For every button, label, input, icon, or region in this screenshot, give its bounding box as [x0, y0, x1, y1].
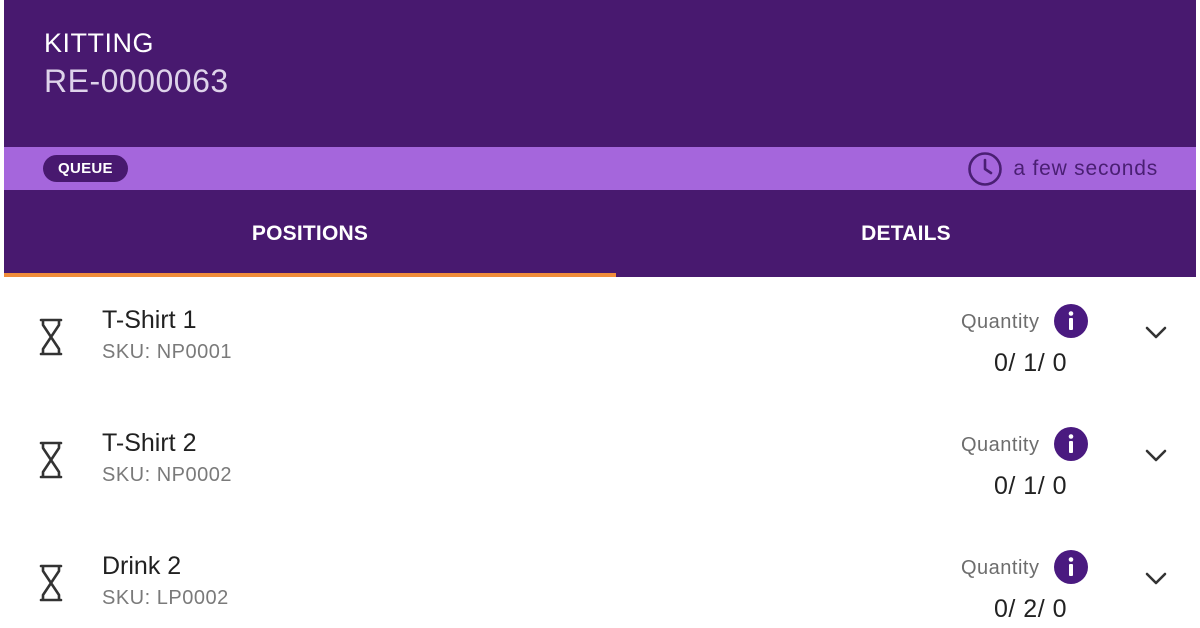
info-icon[interactable] — [1054, 304, 1088, 338]
tab-positions[interactable]: POSITIONS — [4, 190, 616, 277]
status-bar: QUEUE a few seconds — [4, 147, 1196, 190]
elapsed-time-text: a few seconds — [1013, 156, 1158, 180]
header: KITTING RE-0000063 — [4, 0, 1196, 147]
tab-details[interactable]: DETAILS — [616, 190, 1196, 277]
tab-bar: POSITIONS DETAILS — [4, 190, 1196, 277]
list-item[interactable]: Drink 2 SKU: LP0002 Quantity 0/ 2/ 0 — [4, 523, 1196, 628]
elapsed-time: a few seconds — [967, 151, 1158, 186]
chevron-down-icon[interactable] — [1142, 569, 1170, 589]
chevron-down-icon[interactable] — [1142, 446, 1170, 466]
hourglass-icon — [39, 441, 63, 479]
hourglass-icon — [39, 318, 63, 356]
chevron-down-icon[interactable] — [1142, 323, 1170, 343]
quantity-value: 0/ 2/ 0 — [994, 595, 1067, 623]
tab-positions-label: POSITIONS — [251, 221, 369, 245]
item-sku: SKU: LP0002 — [102, 587, 229, 609]
item-sku: SKU: NP0001 — [102, 341, 233, 363]
quantity-label: Quantity — [961, 434, 1040, 456]
quantity-value: 0/ 1/ 0 — [994, 349, 1067, 377]
hourglass-icon — [39, 564, 63, 602]
item-name: T-Shirt 1 — [102, 306, 197, 334]
status-badge: QUEUE — [43, 155, 128, 182]
item-name: Drink 2 — [102, 552, 182, 580]
quantity-label: Quantity — [961, 311, 1040, 333]
list-item[interactable]: T-Shirt 2 SKU: NP0002 Quantity 0/ 1/ 0 — [4, 400, 1196, 523]
quantity-value: 0/ 1/ 0 — [994, 472, 1067, 500]
item-name: T-Shirt 2 — [102, 429, 197, 457]
positions-list: T-Shirt 1 SKU: NP0001 Quantity 0/ 1/ 0 T… — [4, 277, 1196, 628]
item-sku: SKU: NP0002 — [102, 464, 233, 486]
list-item[interactable]: T-Shirt 1 SKU: NP0001 Quantity 0/ 1/ 0 — [4, 277, 1196, 400]
info-icon[interactable] — [1054, 550, 1088, 584]
tab-details-label: DETAILS — [861, 221, 951, 245]
page-title: KITTING — [44, 28, 154, 58]
clock-icon — [968, 151, 1003, 186]
document-number: RE-0000063 — [44, 63, 229, 99]
quantity-label: Quantity — [961, 557, 1040, 579]
kitting-order-screen: KITTING RE-0000063 QUEUE a few seconds P… — [0, 0, 1200, 628]
info-icon[interactable] — [1054, 427, 1088, 461]
